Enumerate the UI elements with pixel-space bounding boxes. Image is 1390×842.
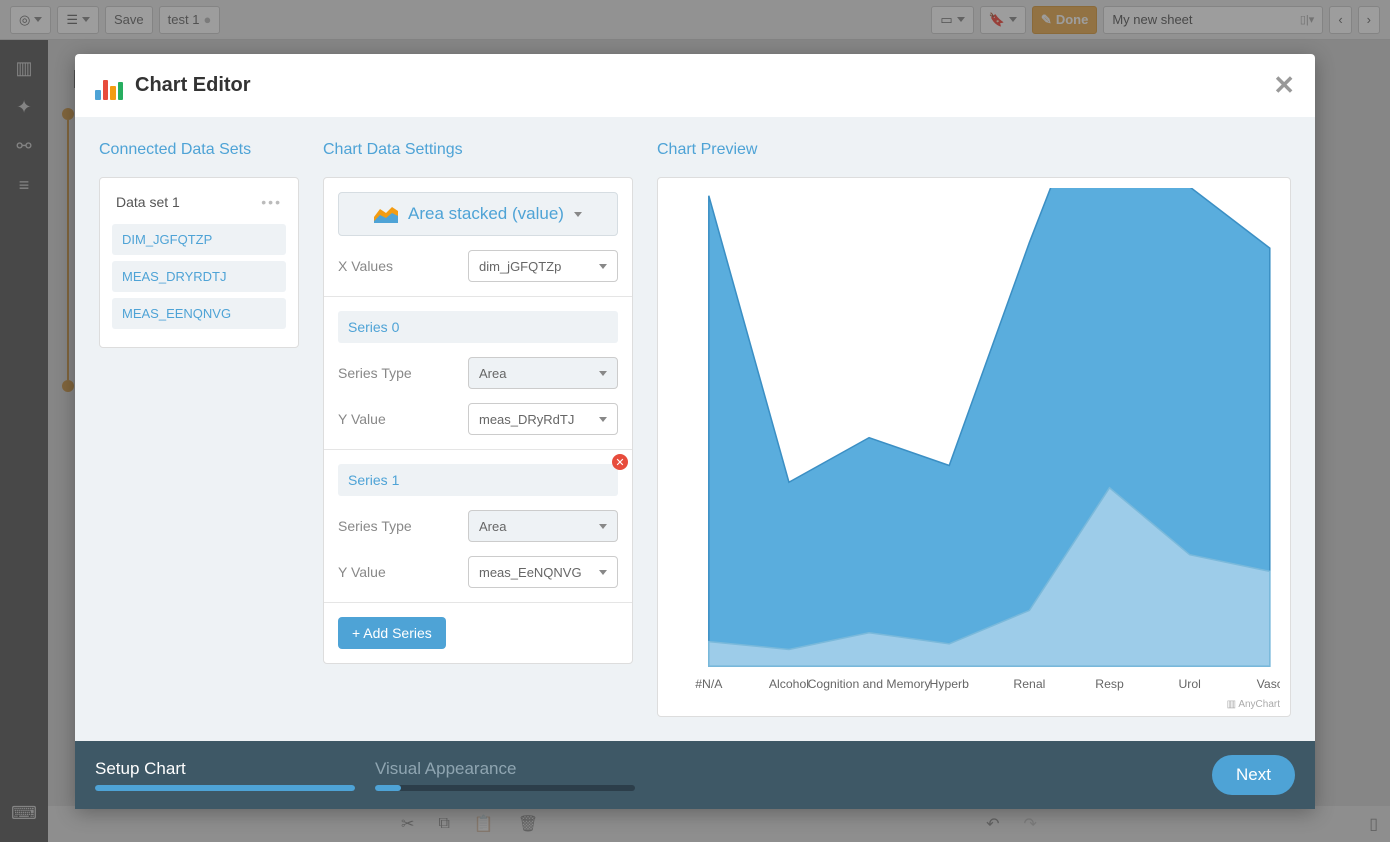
svg-text:Hyperb: Hyperb [930, 677, 970, 691]
chart-credits-icon: ▥ [1227, 699, 1236, 710]
chart-preview-column: Chart Preview #N/A AlcoholCognition and M… [657, 141, 1291, 717]
field-pill[interactable]: MEAS_EENQNVG [112, 298, 286, 329]
connected-datasets-title: Connected Data Sets [99, 141, 299, 159]
add-series-block: + Add Series [324, 603, 632, 663]
series-type-label: Series Type [338, 365, 412, 381]
modal-title: Chart Editor [135, 74, 251, 97]
series-type-value: Area [479, 519, 506, 534]
chevron-down-icon [574, 212, 582, 217]
svg-text:Vasc: Vasc [1257, 677, 1280, 691]
chart-preview-title: Chart Preview [657, 141, 1291, 159]
y-value-label: Y Value [338, 411, 386, 427]
modal-overlay: Chart Editor ✕ Connected Data Sets Data … [0, 0, 1390, 842]
chevron-down-icon [599, 570, 607, 575]
modal-footer: Setup Chart Visual Appearance Next [75, 741, 1315, 809]
modal-header: Chart Editor ✕ [75, 54, 1315, 117]
chevron-down-icon [599, 371, 607, 376]
dataset-header: Data set 1 ••• [112, 190, 286, 214]
chart-settings-column: Chart Data Settings Area stacked (value)… [323, 141, 633, 717]
y-value-label: Y Value [338, 564, 386, 580]
chart-editor-modal: Chart Editor ✕ Connected Data Sets Data … [75, 54, 1315, 809]
series-header: Series 0 [338, 311, 618, 343]
chevron-down-icon [599, 264, 607, 269]
area-chart: #N/A AlcoholCognition and MemoryHyperb Ren… [668, 188, 1280, 706]
dataset-menu-icon[interactable]: ••• [261, 194, 282, 210]
chart-credits-label: AnyChart [1238, 699, 1280, 710]
y-value-select[interactable]: meas_EeNQNVG [468, 556, 618, 588]
chart-editor-logo-icon [95, 72, 123, 100]
y-value-value: meas_DRyRdTJ [479, 412, 574, 427]
svg-text:Urol: Urol [1178, 677, 1200, 691]
svg-text:Renal: Renal [1013, 677, 1045, 691]
chart-settings-title: Chart Data Settings [323, 141, 633, 159]
series-header: Series 1 [338, 464, 618, 496]
step-setup-chart[interactable]: Setup Chart [95, 759, 315, 779]
field-pill[interactable]: DIM_JGFQTZP [112, 224, 286, 255]
remove-series-icon[interactable]: ✕ [612, 454, 628, 470]
series-type-value: Area [479, 366, 506, 381]
chart-credits: ▥ AnyChart [1227, 699, 1280, 710]
svg-text:Cognition and Memory: Cognition and Memory [808, 677, 932, 691]
y-value-select[interactable]: meas_DRyRdTJ [468, 403, 618, 435]
chart-preview: #N/A AlcoholCognition and MemoryHyperb Ren… [657, 177, 1291, 717]
chevron-down-icon [599, 524, 607, 529]
x-values-value: dim_jGFQTZp [479, 259, 561, 274]
area-stacked-icon [374, 205, 398, 223]
field-pill[interactable]: MEAS_DRYRDTJ [112, 261, 286, 292]
svg-text:#N/A: #N/A [695, 677, 723, 691]
y-value-value: meas_EeNQNVG [479, 565, 582, 580]
series-type-select[interactable]: Area [468, 357, 618, 389]
chart-type-selector[interactable]: Area stacked (value) [338, 192, 618, 236]
next-button[interactable]: Next [1212, 755, 1295, 795]
dataset-card: Data set 1 ••• DIM_JGFQTZP MEAS_DRYRDTJ … [99, 177, 299, 348]
series-1-block: ✕ Series 1 Series Type Area Y Value meas… [324, 450, 632, 603]
svg-text:Alcohol: Alcohol [769, 677, 809, 691]
series-type-label: Series Type [338, 518, 412, 534]
modal-body: Connected Data Sets Data set 1 ••• DIM_J… [75, 117, 1315, 741]
add-series-button[interactable]: + Add Series [338, 617, 446, 649]
x-values-select[interactable]: dim_jGFQTZp [468, 250, 618, 282]
close-icon[interactable]: ✕ [1273, 70, 1295, 101]
chevron-down-icon [599, 417, 607, 422]
x-values-label: X Values [338, 258, 393, 274]
series-type-select[interactable]: Area [468, 510, 618, 542]
dataset-name: Data set 1 [116, 194, 180, 210]
chart-type-block: Area stacked (value) X Values dim_jGFQTZ… [324, 178, 632, 297]
step-visual-appearance[interactable]: Visual Appearance [375, 759, 595, 779]
chart-type-label: Area stacked (value) [408, 204, 564, 224]
connected-datasets-column: Connected Data Sets Data set 1 ••• DIM_J… [99, 141, 299, 717]
settings-card: Area stacked (value) X Values dim_jGFQTZ… [323, 177, 633, 664]
series-0-block: Series 0 Series Type Area Y Value meas_D… [324, 297, 632, 450]
svg-text:Resp: Resp [1095, 677, 1124, 691]
